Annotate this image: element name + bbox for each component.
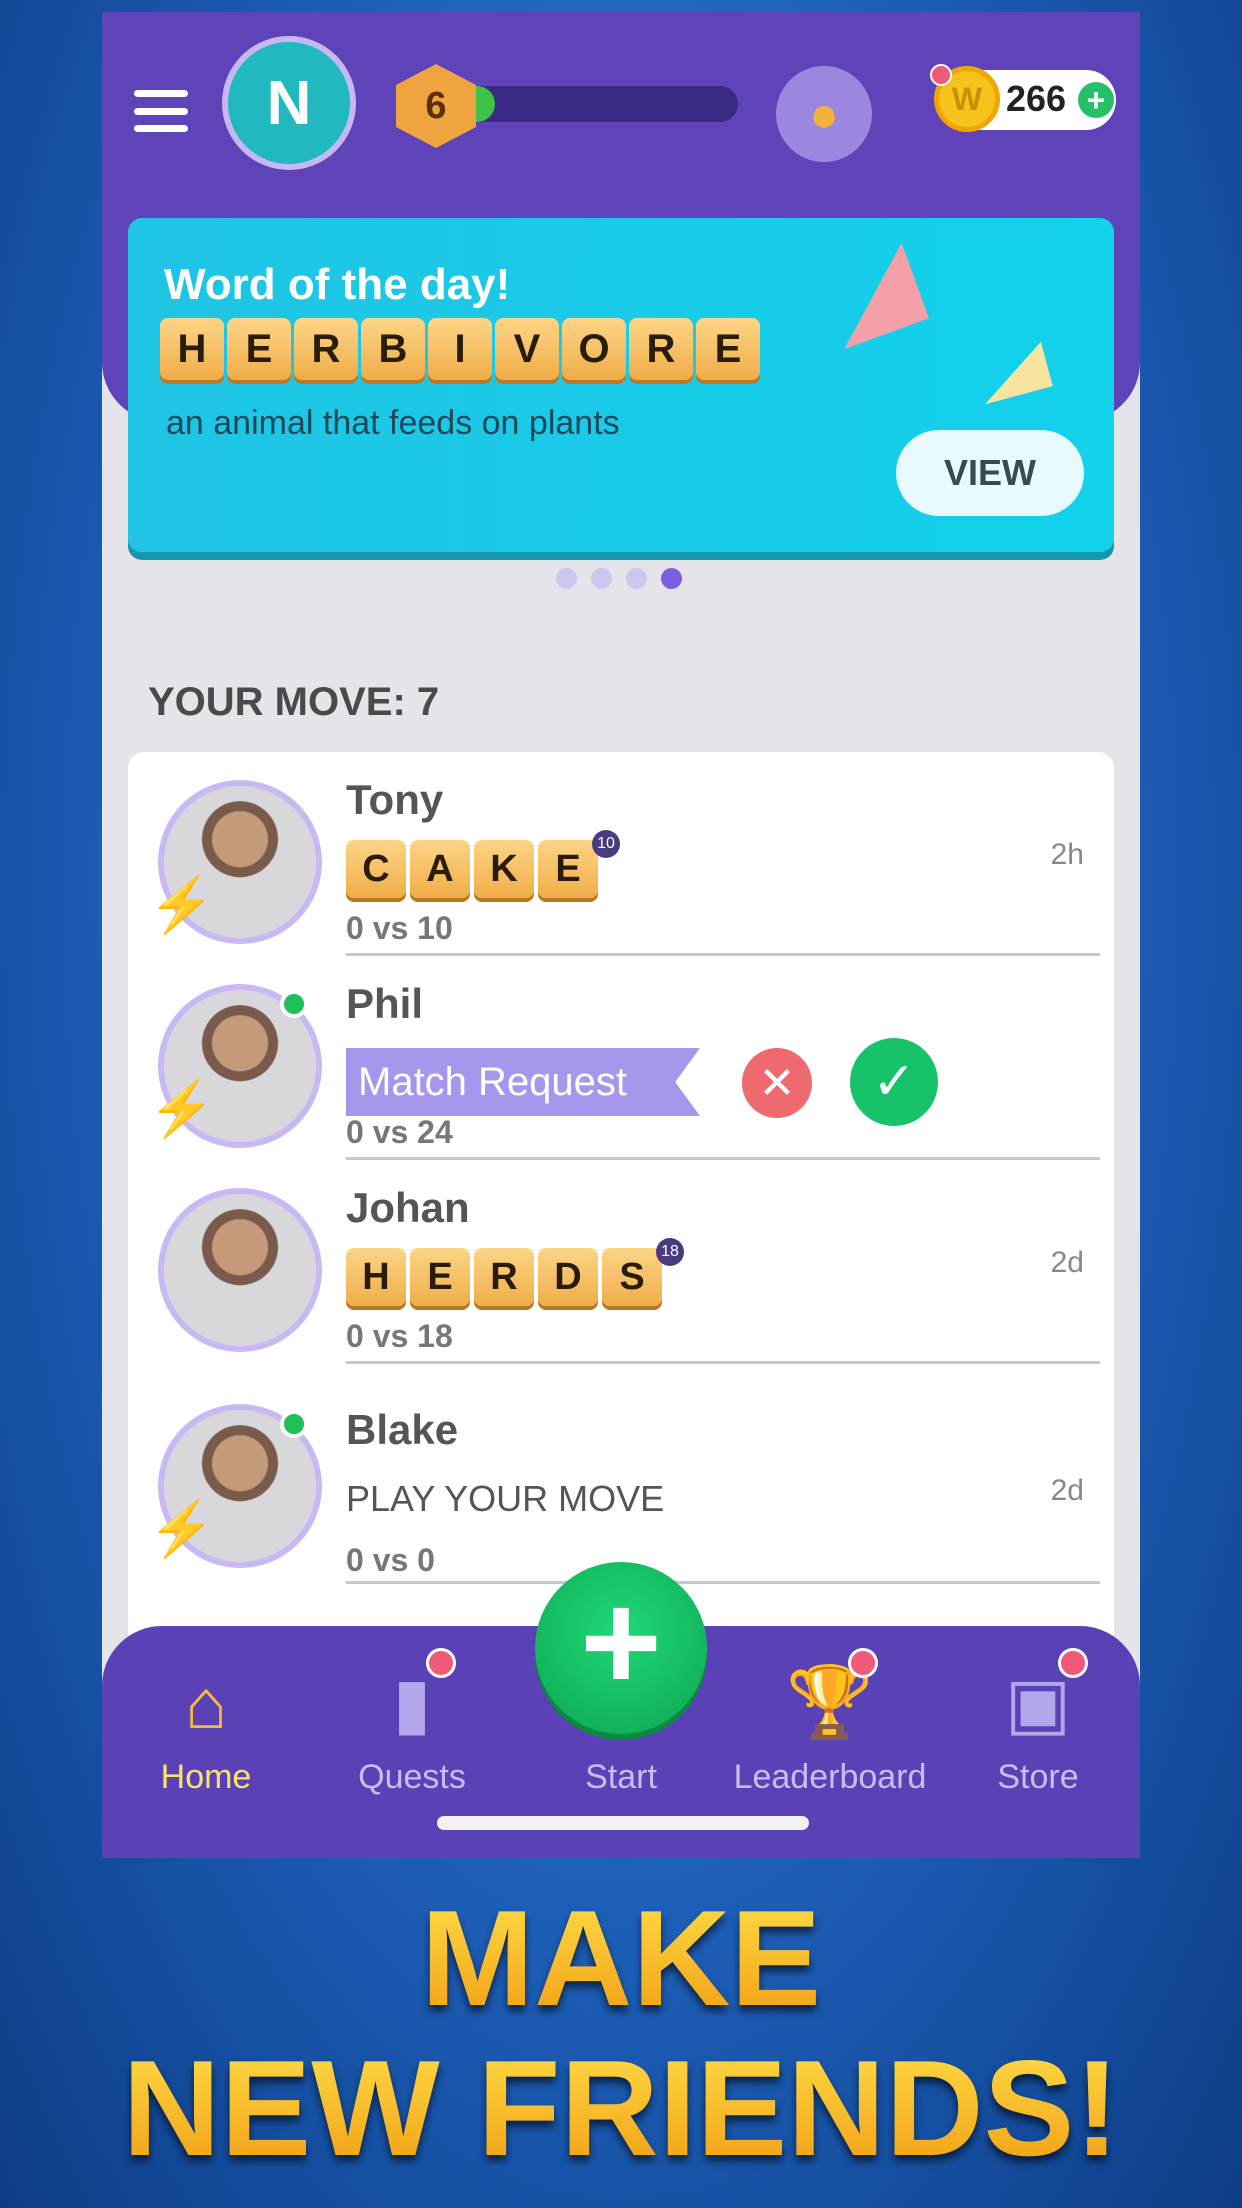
letter-tile: A xyxy=(410,840,470,898)
word-definition: an animal that feeds on plants xyxy=(166,404,620,442)
letter-tile: S xyxy=(602,1248,662,1306)
friends-profile-button[interactable]: ● xyxy=(776,66,872,162)
letter-tile: R xyxy=(629,318,693,380)
last-word: C A K E 10 xyxy=(346,830,620,898)
game-row-phil[interactable]: ⚡ Phil Match Request ✕ ✓ 0 vs 24 xyxy=(128,956,1114,1160)
letter-tile: E xyxy=(410,1248,470,1306)
view-button[interactable]: VIEW xyxy=(896,430,1084,516)
letter-tile: I xyxy=(428,318,492,380)
letter-tile: R xyxy=(474,1248,534,1306)
nav-home[interactable]: ⌂ Home xyxy=(106,1648,306,1797)
avatar-initial: N xyxy=(266,68,312,138)
letter-tile: K xyxy=(474,840,534,898)
letter-tile: O xyxy=(562,318,626,380)
letter-tile: H xyxy=(160,318,224,380)
match-score: 0 vs 24 xyxy=(346,1114,453,1150)
match-score: 0 vs 10 xyxy=(346,910,453,946)
game-row-johan[interactable]: Johan H E R D S 18 0 vs 18 2d xyxy=(128,1160,1114,1364)
nav-label: Quests xyxy=(358,1758,466,1796)
time-ago: 2h xyxy=(1050,838,1084,871)
letter-tile: H xyxy=(346,1248,406,1306)
trophy-icon: 🏆 xyxy=(730,1648,930,1744)
player-name: Blake xyxy=(346,1406,459,1453)
match-score: 0 vs 18 xyxy=(346,1318,453,1354)
word-tiles: H E R B I V O R E xyxy=(160,318,760,380)
user-avatar[interactable]: N xyxy=(222,36,356,170)
player-name: Tony xyxy=(346,776,444,823)
banner-title: Word of the day! xyxy=(164,260,511,309)
letter-tile: B xyxy=(361,318,425,380)
lightning-icon: ⚡ xyxy=(148,875,216,935)
nav-leaderboard[interactable]: 🏆 Leaderboard xyxy=(730,1648,930,1797)
player-name: Johan xyxy=(346,1184,470,1231)
letter-tile: D xyxy=(538,1248,598,1306)
letter-tile: E xyxy=(227,318,291,380)
letter-tile: V xyxy=(495,318,559,380)
paper-plane-icon xyxy=(973,341,1053,405)
carousel-dot[interactable] xyxy=(556,568,577,589)
promo-line-1: MAKE xyxy=(0,1880,1242,2036)
notification-dot xyxy=(848,1648,878,1678)
nav-store[interactable]: ▣ Store xyxy=(938,1648,1138,1797)
notification-dot xyxy=(426,1648,456,1678)
coin-count: 266 xyxy=(1006,78,1067,119)
avatar xyxy=(158,1188,322,1352)
level-badge: 6 xyxy=(396,64,476,148)
add-coins-button[interactable]: + xyxy=(1078,82,1114,118)
last-word: H E R D S 18 xyxy=(346,1238,684,1306)
play-your-move-label: PLAY YOUR MOVE xyxy=(346,1478,665,1519)
nav-label: Start xyxy=(585,1758,657,1796)
app-screen: N 6 ● W 266 + Word of the day! H E R B I… xyxy=(102,12,1140,1858)
word-score-badge: 10 xyxy=(592,830,620,858)
accept-button[interactable]: ✓ xyxy=(850,1038,938,1126)
hamburger-menu-icon[interactable] xyxy=(134,90,188,132)
person-icon: ● xyxy=(808,86,840,142)
time-ago: 2d xyxy=(1050,1474,1084,1507)
lightning-icon: ⚡ xyxy=(148,1499,216,1559)
carousel-dot-active[interactable] xyxy=(661,568,682,589)
level-progress-bar xyxy=(452,86,738,122)
letter-tile: R xyxy=(294,318,358,380)
word-score-badge: 18 xyxy=(656,1238,684,1266)
carousel-dot[interactable] xyxy=(591,568,612,589)
paper-plane-icon xyxy=(817,243,929,349)
your-move-heading: YOUR MOVE: 7 xyxy=(148,680,440,724)
home-icon: ⌂ xyxy=(184,1665,228,1743)
notification-dot xyxy=(1058,1648,1088,1678)
decline-button[interactable]: ✕ xyxy=(742,1048,812,1118)
word-of-the-day-banner[interactable]: Word of the day! H E R B I V O R E an an… xyxy=(128,218,1114,552)
letter-tile: C xyxy=(346,840,406,898)
carousel-dots xyxy=(556,568,682,589)
match-request-label: Match Request xyxy=(346,1048,700,1116)
match-score: 0 vs 0 xyxy=(346,1542,435,1578)
divider xyxy=(346,1581,1100,1584)
home-indicator[interactable] xyxy=(437,1816,809,1830)
carousel-dot[interactable] xyxy=(626,568,647,589)
game-row-tony[interactable]: ⚡ Tony C A K E 10 0 vs 10 2h xyxy=(128,752,1114,956)
game-row-blake[interactable]: ⚡ Blake PLAY YOUR MOVE 0 vs 0 2d xyxy=(128,1364,1114,1584)
player-name: Phil xyxy=(346,980,424,1027)
online-indicator xyxy=(280,990,308,1018)
lightning-icon: ⚡ xyxy=(148,1079,216,1139)
online-indicator xyxy=(280,1410,308,1438)
notification-dot xyxy=(930,64,952,86)
promo-line-2: NEW FRIENDS! xyxy=(0,2030,1242,2186)
letter-tile: E xyxy=(538,840,598,898)
time-ago: 2d xyxy=(1050,1246,1084,1279)
book-icon: ▮ xyxy=(312,1648,512,1744)
start-game-button[interactable]: + xyxy=(535,1562,707,1734)
bag-icon: ▣ xyxy=(938,1648,1138,1744)
nav-label: Leaderboard xyxy=(733,1758,927,1796)
letter-tile: E xyxy=(696,318,760,380)
nav-label: Store xyxy=(997,1758,1079,1796)
nav-quests[interactable]: ▮ Quests xyxy=(312,1648,512,1797)
nav-label: Home xyxy=(160,1758,252,1796)
